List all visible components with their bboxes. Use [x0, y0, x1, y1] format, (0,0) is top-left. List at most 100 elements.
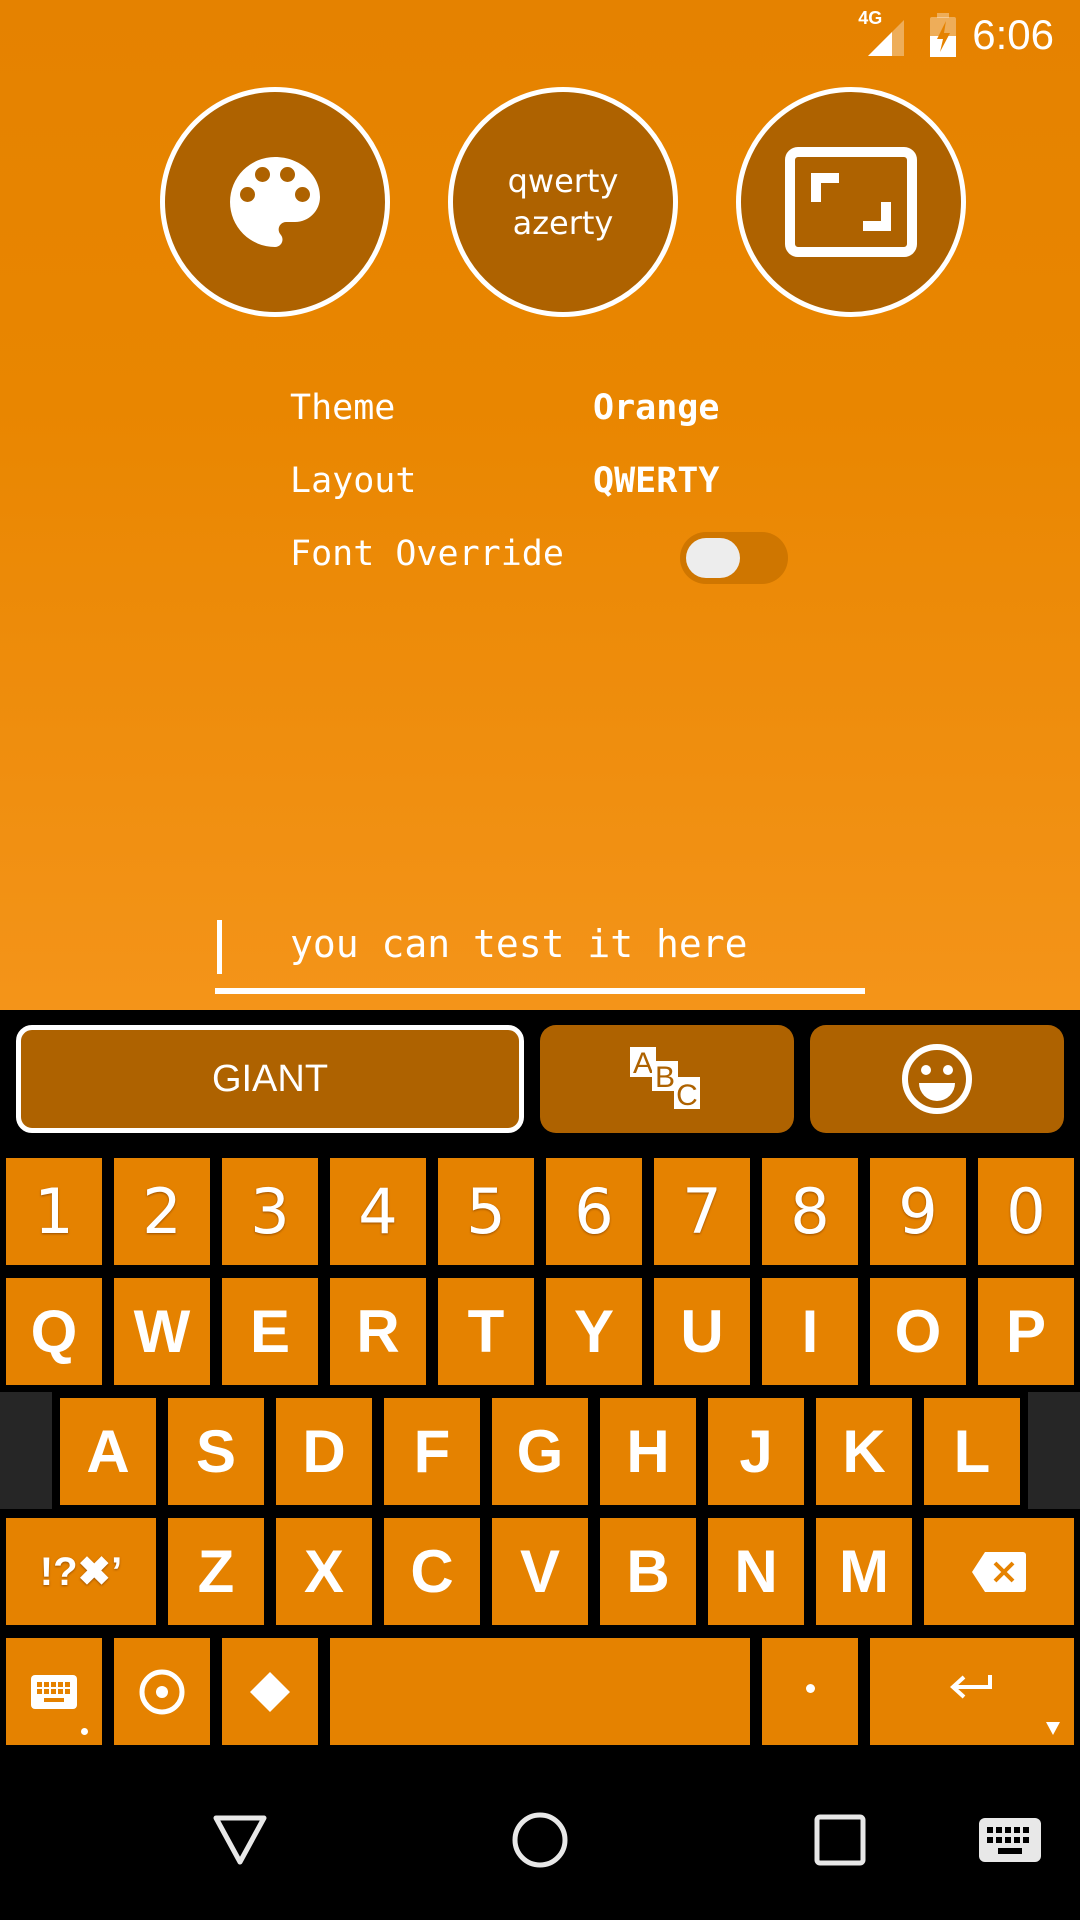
key-4[interactable]: 4 [330, 1158, 426, 1265]
key-label: X [303, 1538, 345, 1605]
recents-button[interactable] [760, 1760, 920, 1920]
key-e[interactable]: E [222, 1278, 318, 1385]
battery-charging-icon [928, 12, 958, 58]
theme-label: Theme [290, 388, 396, 428]
bottom-row [0, 1638, 1080, 1745]
key-label: Q [30, 1298, 78, 1365]
key-3[interactable]: 3 [222, 1158, 318, 1265]
key-8[interactable]: 8 [762, 1158, 858, 1265]
layout-line-2: azerty [512, 204, 614, 242]
key-o[interactable]: O [870, 1278, 966, 1385]
test-input[interactable]: you can test it here [215, 918, 865, 994]
diamond-key[interactable] [222, 1638, 318, 1745]
key-label: 1 [34, 1175, 74, 1248]
key-5[interactable]: 5 [438, 1158, 534, 1265]
key-y[interactable]: Y [546, 1278, 642, 1385]
symbols-icon: !?✖’ [39, 1549, 123, 1594]
enter-key[interactable] [870, 1638, 1074, 1745]
abc-button[interactable]: A B C [540, 1025, 794, 1133]
backspace-key[interactable] [924, 1518, 1074, 1625]
key-a[interactable]: A [60, 1398, 156, 1505]
recents-icon [814, 1814, 866, 1866]
resize-icon [785, 147, 917, 257]
key-label: T [467, 1298, 505, 1365]
emoji-button[interactable] [810, 1025, 1064, 1133]
layout-button-label: qwerty azerty [508, 160, 619, 244]
key-label: O [894, 1298, 942, 1365]
key-s[interactable]: S [168, 1398, 264, 1505]
svg-text:A: A [633, 1047, 653, 1080]
palette-icon [230, 157, 320, 247]
status-bar: 4G 6:06 [858, 0, 1080, 70]
key-label: N [734, 1538, 778, 1605]
key-j[interactable]: J [708, 1398, 804, 1505]
key-label: W [133, 1298, 191, 1365]
size-mode-label: GIANT [211, 1057, 329, 1100]
key-label: 6 [574, 1175, 614, 1248]
theme-value[interactable]: Orange [593, 388, 719, 428]
emoji-icon [902, 1044, 972, 1114]
target-icon [139, 1669, 185, 1714]
key-g[interactable]: G [492, 1398, 588, 1505]
layout-line-1: qwerty [507, 162, 619, 200]
key-c[interactable]: C [384, 1518, 480, 1625]
key-x[interactable]: X [276, 1518, 372, 1625]
key-t[interactable]: T [438, 1278, 534, 1385]
cursor-control-key[interactable] [114, 1638, 210, 1745]
key-v[interactable]: V [492, 1518, 588, 1625]
layout-button[interactable]: qwerty azerty [448, 87, 678, 317]
key-n[interactable]: N [708, 1518, 804, 1625]
key-label: Y [573, 1298, 615, 1365]
size-mode-button[interactable]: GIANT [16, 1025, 524, 1133]
long-press-indicator [81, 1728, 88, 1735]
key-r[interactable]: R [330, 1278, 426, 1385]
keyboard-switch-button[interactable] [940, 1760, 1080, 1920]
row-right-spacer [1028, 1392, 1080, 1509]
key-b[interactable]: B [600, 1518, 696, 1625]
key-u[interactable]: U [654, 1278, 750, 1385]
layout-value[interactable]: QWERTY [593, 461, 719, 501]
symbols-key[interactable]: !?✖’ [6, 1518, 156, 1625]
key-q[interactable]: Q [6, 1278, 102, 1385]
keyboard-switch-icon [979, 1818, 1041, 1862]
key-z[interactable]: Z [168, 1518, 264, 1625]
key-p[interactable]: P [978, 1278, 1074, 1385]
key-1[interactable]: 1 [6, 1158, 102, 1265]
key-0[interactable]: 0 [978, 1158, 1074, 1265]
key-f[interactable]: F [384, 1398, 480, 1505]
key-i[interactable]: I [762, 1278, 858, 1385]
period-key[interactable] [762, 1638, 858, 1745]
back-button[interactable] [160, 1760, 320, 1920]
key-d[interactable]: D [276, 1398, 372, 1505]
key-label: F [413, 1418, 451, 1485]
svg-text:B: B [655, 1061, 675, 1094]
key-7[interactable]: 7 [654, 1158, 750, 1265]
key-l[interactable]: L [924, 1398, 1020, 1505]
theme-button[interactable] [160, 87, 390, 317]
layout-label: Layout [290, 461, 417, 501]
key-w[interactable]: W [114, 1278, 210, 1385]
key-9[interactable]: 9 [870, 1158, 966, 1265]
key-label: H [626, 1418, 670, 1485]
key-label: 0 [1006, 1175, 1046, 1248]
key-label: D [302, 1418, 346, 1485]
key-m[interactable]: M [816, 1518, 912, 1625]
home-button[interactable] [460, 1760, 620, 1920]
key-label: 4 [358, 1175, 398, 1248]
key-label: J [739, 1418, 773, 1485]
letter-row-2: A S D F G H J K L [0, 1392, 1080, 1509]
back-icon [213, 1815, 267, 1865]
font-override-toggle[interactable] [680, 532, 788, 584]
key-6[interactable]: 6 [546, 1158, 642, 1265]
key-h[interactable]: H [600, 1398, 696, 1505]
keyboard-settings-key[interactable] [6, 1638, 102, 1745]
key-k[interactable]: K [816, 1398, 912, 1505]
home-icon [512, 1812, 568, 1868]
space-key[interactable] [330, 1638, 750, 1745]
key-2[interactable]: 2 [114, 1158, 210, 1265]
key-label: L [953, 1418, 991, 1485]
period-dot [805, 1684, 815, 1693]
key-label: E [249, 1298, 291, 1365]
dropdown-triangle-icon [1046, 1722, 1060, 1735]
size-button[interactable] [736, 87, 966, 317]
